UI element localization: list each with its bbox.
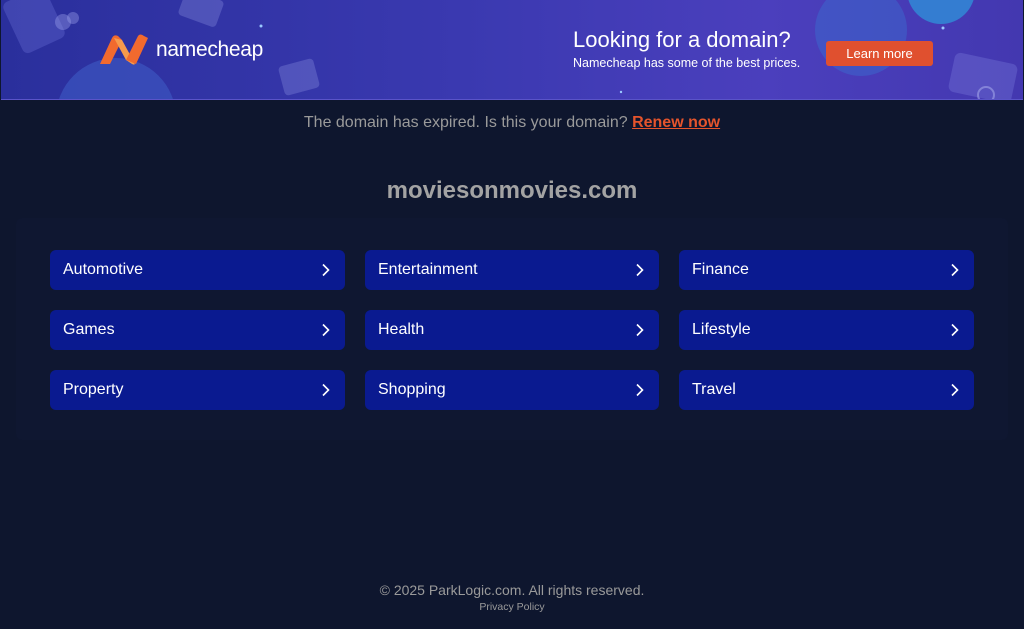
chevron-right-icon (322, 383, 330, 397)
learn-more-button[interactable]: Learn more (826, 41, 933, 66)
category-finance[interactable]: Finance (679, 250, 974, 290)
category-games[interactable]: Games (50, 310, 345, 350)
promo-banner[interactable]: namecheap Looking for a domain? Namechea… (1, 0, 1023, 100)
chevron-right-icon (951, 323, 959, 337)
chevron-right-icon (636, 263, 644, 277)
category-label: Health (378, 321, 425, 338)
renew-now-link[interactable]: Renew now (632, 114, 720, 131)
category-label: Games (63, 321, 115, 338)
category-label: Travel (692, 381, 736, 398)
category-shopping[interactable]: Shopping (365, 370, 659, 410)
chevron-right-icon (322, 263, 330, 277)
category-property[interactable]: Property (50, 370, 345, 410)
chevron-right-icon (951, 383, 959, 397)
expired-notice: The domain has expired. Is this your dom… (0, 114, 1024, 132)
expired-text: The domain has expired. Is this your dom… (303, 114, 628, 131)
category-travel[interactable]: Travel (679, 370, 974, 410)
category-label: Shopping (378, 381, 446, 398)
domain-name: moviesonmovies.com (386, 177, 638, 204)
chevron-right-icon (636, 323, 644, 337)
category-automotive[interactable]: Automotive (50, 250, 345, 290)
promo-title: Looking for a domain? (573, 27, 791, 52)
category-label: Automotive (63, 261, 144, 278)
namecheap-logo[interactable]: namecheap (98, 34, 263, 66)
logo-text: namecheap (156, 38, 264, 61)
chevron-right-icon (322, 323, 330, 337)
namecheap-logo-icon (100, 34, 148, 65)
chevron-right-icon (951, 263, 959, 277)
promo-subtitle: Namecheap has some of the best prices. (573, 56, 801, 70)
category-label: Lifestyle (692, 321, 751, 338)
category-label: Finance (692, 261, 749, 278)
privacy-policy-link[interactable]: Privacy Policy (0, 601, 1024, 613)
category-health[interactable]: Health (365, 310, 659, 350)
category-label: Property (63, 381, 124, 398)
chevron-right-icon (636, 383, 644, 397)
category-entertainment[interactable]: Entertainment (365, 250, 659, 290)
copyright-text: © 2025 ParkLogic.com. All rights reserve… (379, 582, 645, 598)
category-lifestyle[interactable]: Lifestyle (679, 310, 974, 350)
category-label: Entertainment (378, 261, 478, 278)
